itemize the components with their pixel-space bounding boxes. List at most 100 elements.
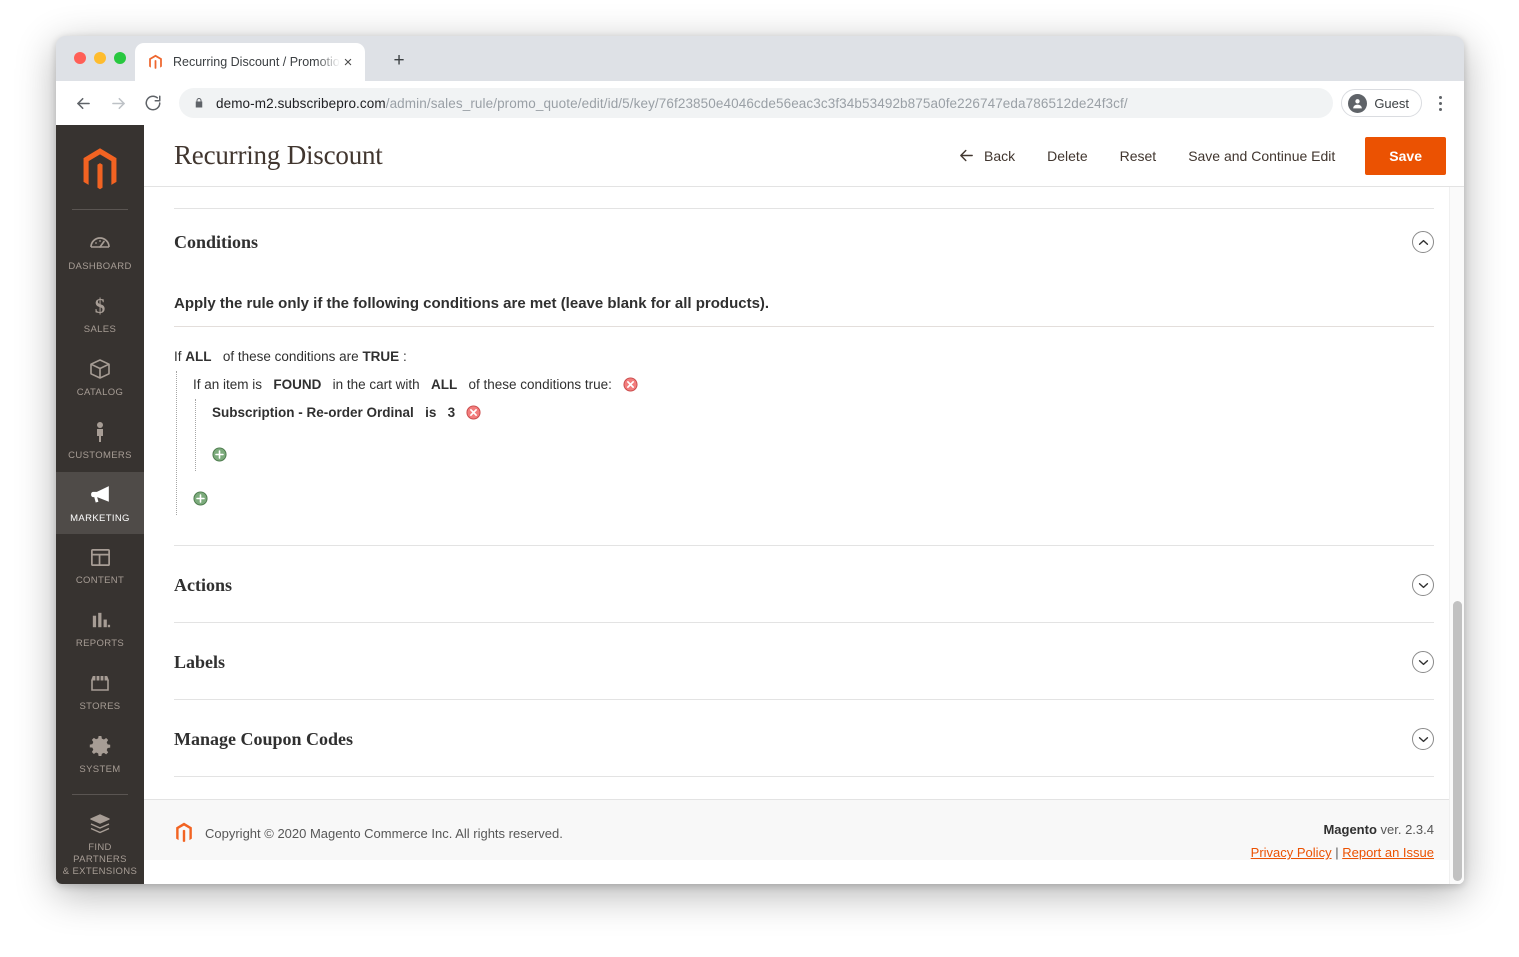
person-icon <box>60 420 140 444</box>
close-tab-button[interactable]: × <box>340 55 356 70</box>
page-scrollbar-thumb[interactable] <box>1453 601 1462 881</box>
rule-item-middle: in the cart with <box>332 377 420 392</box>
magento-icon <box>176 822 192 843</box>
sidebar-item-catalog[interactable]: CATALOG <box>56 346 144 409</box>
sidebar-item-system[interactable]: SYSTEM <box>56 723 144 786</box>
arrow-left-icon <box>960 149 973 162</box>
magento-logo[interactable] <box>56 139 144 209</box>
chevron-up-icon[interactable] <box>1412 231 1434 253</box>
section-header-manage-coupon-codes[interactable]: Manage Coupon Codes <box>174 700 1434 776</box>
section-header-conditions[interactable]: Conditions <box>174 209 1434 273</box>
rule-item-row: If an item is FOUND in the cart with ALL… <box>193 371 1434 399</box>
remove-condition-icon[interactable] <box>623 377 638 392</box>
lock-icon <box>195 98 203 108</box>
close-window-button[interactable] <box>74 52 86 64</box>
svg-text:$: $ <box>95 294 106 318</box>
back-navigation-button[interactable] <box>68 88 98 118</box>
sidebar-item-label: SALES <box>83 323 117 335</box>
extension-box-icon <box>60 812 140 836</box>
chevron-down-icon[interactable] <box>1412 728 1434 750</box>
browser-menu-button[interactable] <box>1428 89 1452 117</box>
privacy-policy-link[interactable]: Privacy Policy <box>1251 845 1332 860</box>
copyright-text: Copyright © 2020 Magento Commerce Inc. A… <box>205 825 563 841</box>
delete-button[interactable]: Delete <box>1031 140 1103 172</box>
new-tab-button[interactable]: + <box>386 49 412 75</box>
sidebar-item-find-partners-extensions[interactable]: FIND PARTNERS & EXTENSIONS <box>56 801 144 884</box>
conditions-legend: Apply the rule only if the following con… <box>174 273 1434 327</box>
page-scrollbar[interactable] <box>1449 187 1464 884</box>
url-path: /admin/sales_rule/promo_quote/edit/id/5/… <box>385 95 1128 111</box>
admin-footer: Copyright © 2020 Magento Commerce Inc. A… <box>144 799 1464 860</box>
rule-condition-attribute[interactable]: Subscription - Re-order Ordinal <box>212 405 414 420</box>
footer-link-separator: | <box>1335 845 1339 860</box>
sidebar-item-customers[interactable]: CUSTOMERS <box>56 409 144 472</box>
version-info: Magento ver. 2.3.4 <box>1251 822 1434 837</box>
layout-icon <box>60 545 140 569</box>
chevron-down-icon[interactable] <box>1412 574 1434 596</box>
rule-condition-value[interactable]: 3 <box>448 405 456 420</box>
rule-root-prefix: If <box>174 349 182 364</box>
arrow-right-icon <box>111 97 125 109</box>
reset-button[interactable]: Reset <box>1104 140 1173 172</box>
section-title: Manage Coupon Codes <box>174 728 354 749</box>
rule-root-aggregator[interactable]: ALL <box>185 349 211 364</box>
page-header: Recurring Discount Back Delete Reset Sav… <box>144 125 1464 187</box>
sidebar-item-dashboard[interactable]: DASHBOARD <box>56 220 144 283</box>
sidebar-divider <box>72 793 128 795</box>
page-body: Conditions Apply the rule only if the fo… <box>144 187 1464 884</box>
profile-button[interactable]: Guest <box>1341 89 1422 117</box>
add-condition-row-outer <box>193 471 1434 515</box>
rule-level-1: If an item is FOUND in the cart with ALL… <box>176 371 1434 515</box>
magento-icon <box>149 54 162 69</box>
address-bar-url: demo-m2.subscribepro.com/admin/sales_rul… <box>216 96 1128 111</box>
back-button[interactable]: Back <box>942 139 1031 172</box>
browser-tab[interactable]: Recurring Discount / Promotion × <box>135 43 365 81</box>
address-bar[interactable]: demo-m2.subscribepro.com/admin/sales_rul… <box>179 88 1334 118</box>
sidebar-item-label: CONTENT <box>75 575 125 587</box>
window-controls[interactable] <box>74 52 126 64</box>
reload-icon <box>145 95 161 111</box>
rule-root-value[interactable]: TRUE <box>362 349 399 364</box>
section-header-actions[interactable]: Actions <box>174 546 1434 622</box>
minimize-window-button[interactable] <box>94 52 106 64</box>
sidebar-item-label: REPORTS <box>75 638 125 650</box>
bar-chart-icon <box>60 608 140 632</box>
browser-tab-strip: Recurring Discount / Promotion × + <box>56 36 1464 81</box>
save-button[interactable]: Save <box>1365 136 1446 175</box>
section-title: Actions <box>174 574 232 595</box>
add-condition-icon[interactable] <box>212 447 227 462</box>
remove-condition-icon[interactable] <box>466 405 481 420</box>
section-title: Labels <box>174 651 226 672</box>
person-icon <box>1348 93 1368 113</box>
report-an-issue-link[interactable]: Report an Issue <box>1342 845 1434 860</box>
reload-button[interactable] <box>138 88 168 118</box>
footer-links: Privacy Policy | Report an Issue <box>1251 845 1434 860</box>
section-header-labels[interactable]: Labels <box>174 623 1434 699</box>
sidebar-item-label: STORES <box>79 701 121 713</box>
footer-right: Magento ver. 2.3.4 Privacy Policy | Repo… <box>1251 822 1434 860</box>
rule-item-found[interactable]: FOUND <box>273 377 321 392</box>
sidebar-item-label: SYSTEM <box>79 764 121 775</box>
add-condition-icon[interactable] <box>193 491 208 506</box>
admin-sidebar: DASHBOARD $ SALES CATALOG CUSTOMERS MARK… <box>56 125 144 884</box>
sidebar-item-sales[interactable]: $ SALES <box>56 283 144 346</box>
sidebar-item-stores[interactable]: STORES <box>56 660 144 723</box>
rule-condition-row: Subscription - Re-order Ordinal is 3 <box>212 399 1434 427</box>
rule-item-aggregator[interactable]: ALL <box>431 377 457 392</box>
page-content: Conditions Apply the rule only if the fo… <box>144 208 1464 799</box>
arrow-left-icon <box>76 97 90 109</box>
rule-condition-operator[interactable]: is <box>425 405 436 420</box>
maximize-window-button[interactable] <box>114 52 126 64</box>
forward-navigation-button[interactable] <box>103 88 133 118</box>
sidebar-item-label: DASHBOARD <box>68 261 132 272</box>
sidebar-item-content[interactable]: CONTENT <box>56 534 144 597</box>
megaphone-icon <box>60 483 140 507</box>
save-and-continue-edit-button[interactable]: Save and Continue Edit <box>1172 140 1351 172</box>
rule-item-suffix: of these conditions true: <box>468 377 612 392</box>
rule-item-prefix: If an item is <box>193 377 263 392</box>
chevron-down-icon[interactable] <box>1412 651 1434 673</box>
sidebar-item-reports[interactable]: REPORTS <box>56 597 144 660</box>
sidebar-item-marketing[interactable]: MARKETING <box>56 471 144 535</box>
profile-label: Guest <box>1374 95 1409 111</box>
gear-icon <box>60 734 140 758</box>
